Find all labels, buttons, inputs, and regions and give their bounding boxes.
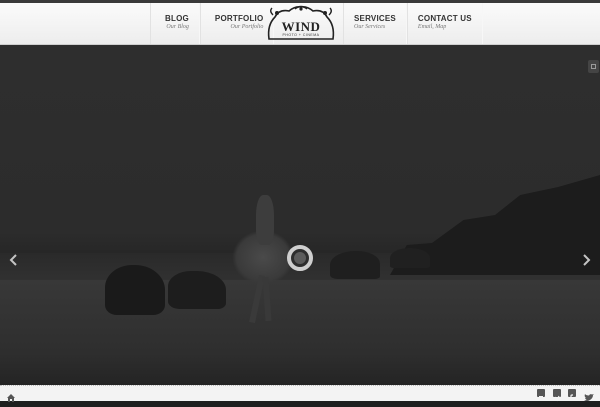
- nav-left: BLOG Our Blog PORTFOLIO Our Portfolio: [150, 3, 275, 44]
- nav-item-portfolio[interactable]: PORTFOLIO Our Portfolio: [199, 3, 275, 44]
- nav-sub: Email, Map: [417, 24, 447, 30]
- nav-item-blog[interactable]: BLOG Our Blog: [150, 3, 200, 44]
- chevron-left-icon: [9, 254, 17, 266]
- share-icon: [539, 396, 543, 400]
- slide-image-rock: [330, 251, 380, 279]
- site-header: BLOG Our Blog PORTFOLIO Our Portfolio WI…: [0, 3, 600, 45]
- nav-label: CONTACT US: [417, 14, 472, 23]
- slide-image-rock: [390, 248, 430, 268]
- nav-label: SERVICES: [354, 14, 396, 23]
- nav-sub: Our Blog: [166, 24, 189, 30]
- vimeo-button[interactable]: [553, 389, 561, 402]
- nav-sub: Our Portfolio: [230, 24, 264, 30]
- nav-item-contact[interactable]: CONTACT US Email, Map: [406, 3, 483, 44]
- vimeo-icon: [554, 395, 560, 402]
- fullscreen-toggle-button[interactable]: [588, 60, 599, 73]
- nav-right: SERVICES Our Services CONTACT US Email, …: [343, 3, 483, 44]
- site-logo[interactable]: WIND PHOTO + CINEMA: [265, 5, 337, 43]
- logo-subtitle: PHOTO + CINEMA: [282, 33, 320, 37]
- nav-sub: Our Services: [354, 24, 386, 30]
- nav-label: BLOG: [165, 14, 189, 23]
- nav-item-services[interactable]: SERVICES Our Services: [343, 3, 407, 44]
- slider-next-button[interactable]: [579, 253, 593, 267]
- chevron-right-icon: [583, 254, 591, 266]
- home-icon: [7, 394, 15, 402]
- slide-image-rock: [168, 271, 226, 309]
- home-button[interactable]: [7, 389, 15, 402]
- twitter-icon: [584, 394, 594, 401]
- slide-image-figure: [232, 195, 294, 325]
- hero-slider[interactable]: [0, 45, 600, 385]
- share-button[interactable]: [537, 389, 545, 400]
- facebook-button[interactable]: [568, 389, 576, 401]
- site-footer: [0, 385, 600, 402]
- loading-ring-icon: [287, 245, 313, 271]
- nav-label: PORTFOLIO: [214, 14, 264, 23]
- slide-image-rock: [105, 265, 165, 315]
- slider-prev-button[interactable]: [7, 253, 21, 267]
- twitter-button[interactable]: [584, 389, 594, 401]
- slide-image-sand: [0, 280, 600, 385]
- facebook-icon: [570, 394, 573, 401]
